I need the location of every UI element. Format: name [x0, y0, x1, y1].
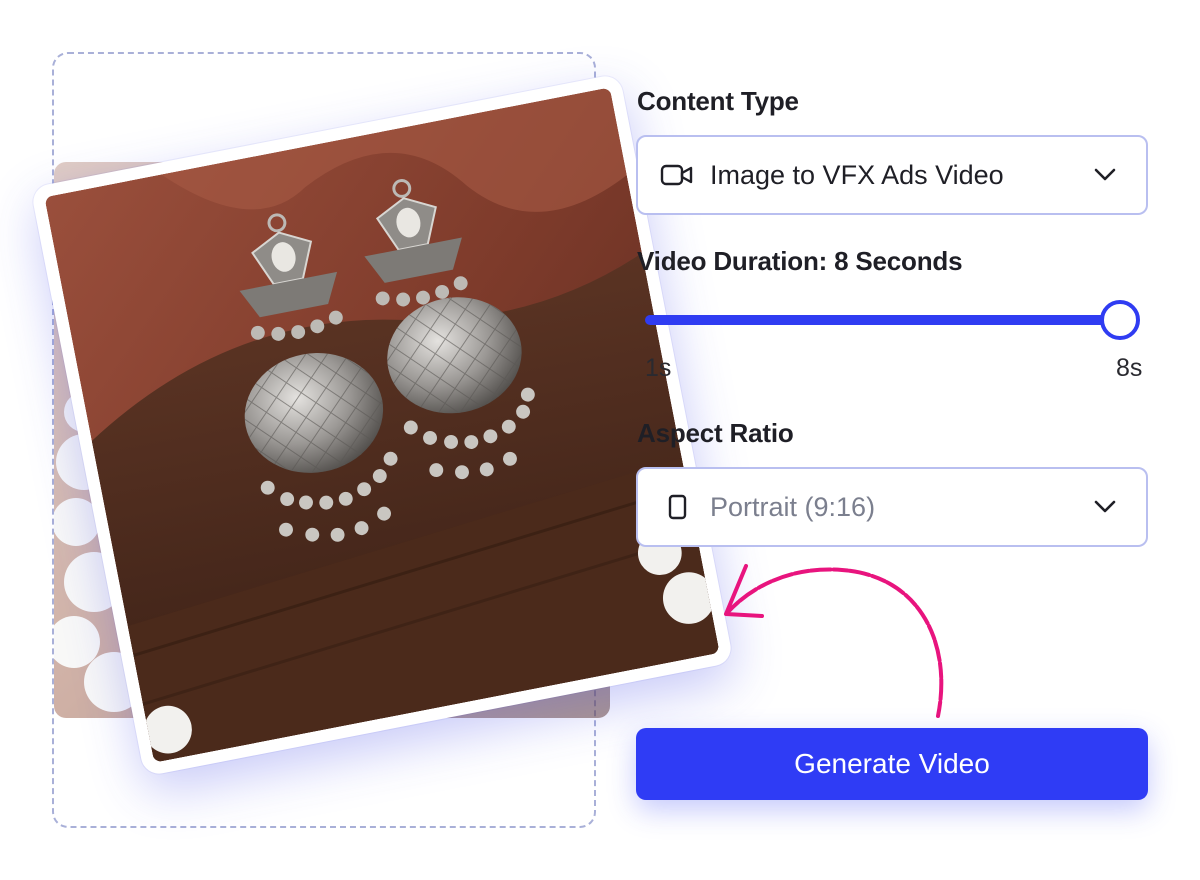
generate-video-button[interactable]: Generate Video: [636, 728, 1148, 800]
aspect-ratio-value: Portrait (9:16): [710, 491, 876, 522]
duration-slider-track[interactable]: [645, 315, 1123, 325]
uploaded-product-image: [30, 73, 734, 777]
content-type-value: Image to VFX Ads Video: [710, 159, 1004, 190]
aspect-ratio-select[interactable]: Portrait (9:16): [636, 467, 1148, 547]
video-duration-label: Video Duration: 8 Seconds: [637, 246, 963, 276]
content-type-select[interactable]: Image to VFX Ads Video: [636, 135, 1148, 215]
aspect-ratio-label: Aspect Ratio: [637, 418, 794, 448]
duration-min-label: 1s: [645, 354, 672, 382]
duration-slider-thumb[interactable]: [1100, 300, 1140, 340]
video-camera-icon: [660, 162, 696, 188]
content-type-label: Content Type: [637, 86, 799, 116]
chevron-down-icon: [1094, 500, 1116, 513]
curved-arrow-icon: [724, 564, 944, 718]
portrait-frame-icon: [660, 494, 696, 520]
chevron-down-icon: [1094, 168, 1116, 181]
duration-max-label: 8s: [1116, 354, 1143, 382]
